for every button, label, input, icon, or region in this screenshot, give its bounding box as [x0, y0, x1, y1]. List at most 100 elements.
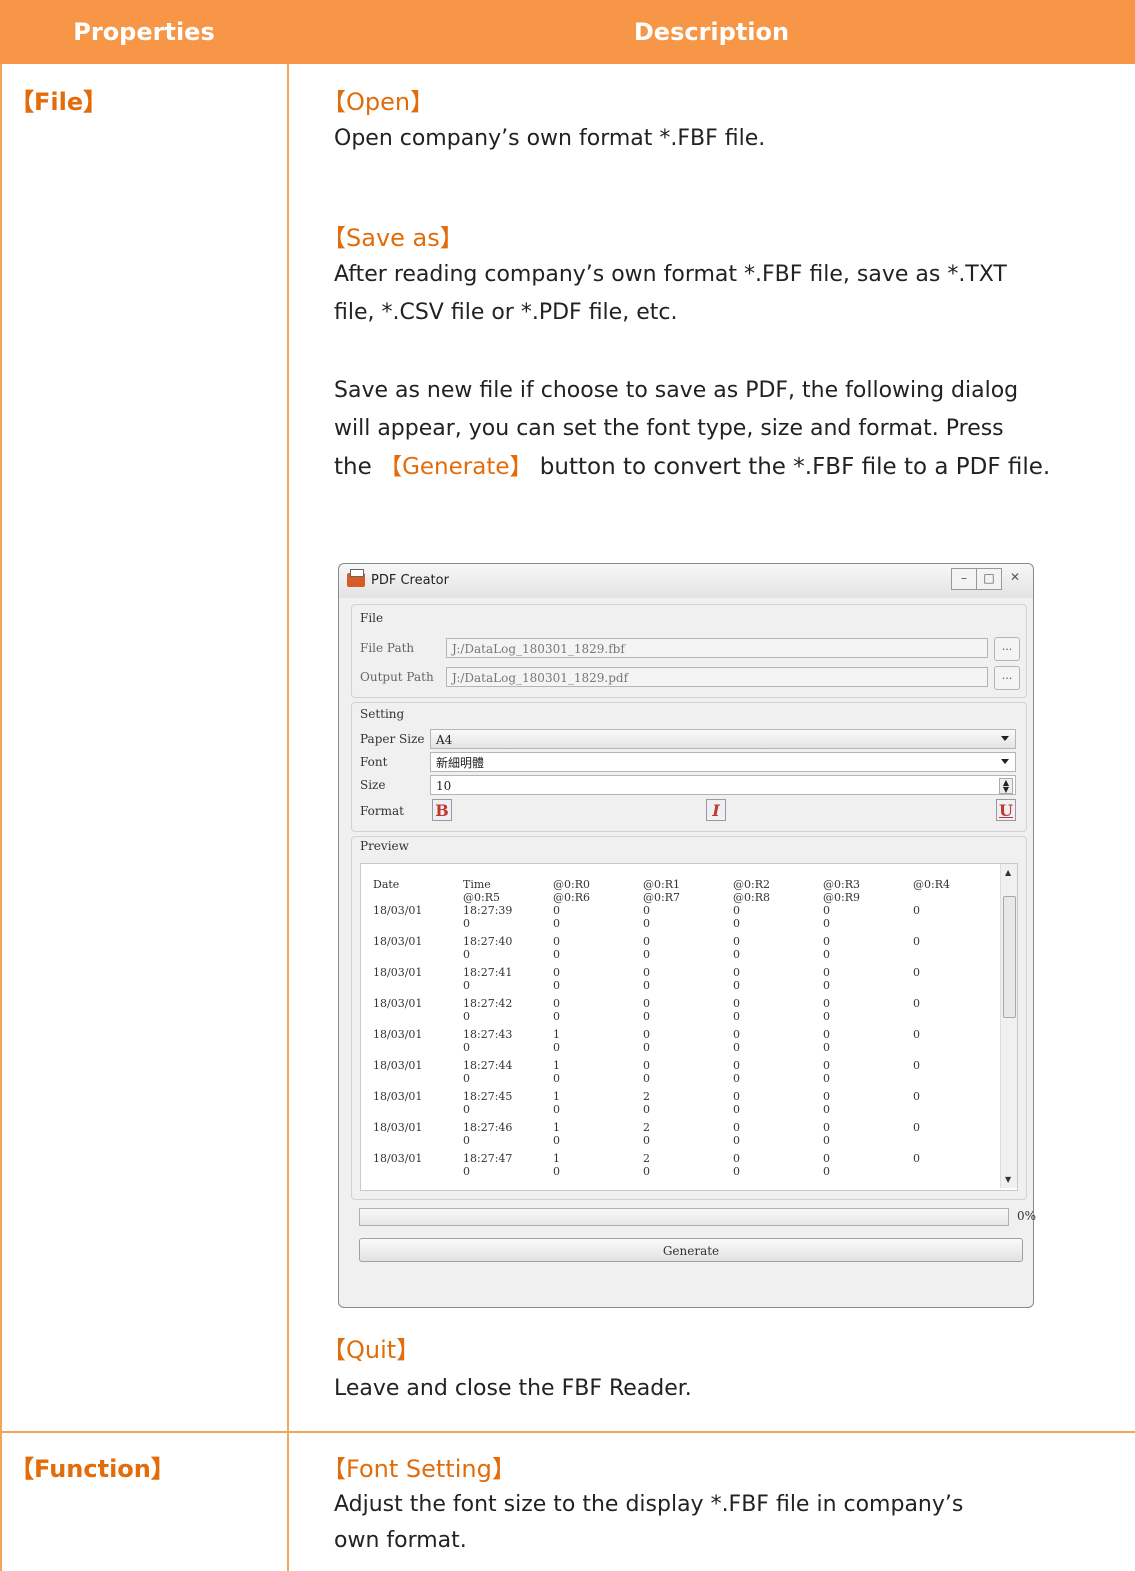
file-path-label: File Path — [360, 641, 415, 655]
preview-cell: 0 — [823, 1028, 830, 1041]
row-divider — [0, 1431, 1135, 1433]
property-file: 【File】 — [10, 88, 108, 116]
scroll-up-icon[interactable]: ▲ — [1005, 868, 1011, 877]
preview-cell: 0 — [463, 917, 470, 930]
preview-cell: 0 — [913, 997, 920, 1010]
preview-cell: 18:27:39 — [463, 904, 513, 917]
italic-button[interactable]: I — [706, 799, 726, 821]
size-value: 10 — [436, 779, 452, 793]
preview-cell: 0 — [643, 917, 650, 930]
file-path-field[interactable]: J:/DataLog_180301_1829.fbf — [446, 638, 988, 658]
preview-cell: 0 — [463, 1010, 470, 1023]
preview-cell: 0 — [553, 1134, 560, 1147]
output-path-field[interactable]: J:/DataLog_180301_1829.pdf — [446, 667, 988, 687]
preview-cell: 0 — [463, 1072, 470, 1085]
preview-cell: 0 — [823, 1072, 830, 1085]
preview-cell: 0 — [823, 935, 830, 948]
section-quit-text: Leave and close the FBF Reader. — [334, 1370, 692, 1408]
file-group-label: File — [360, 611, 384, 625]
preview-cell: 0 — [463, 979, 470, 992]
preview-cell: 0 — [553, 1010, 560, 1023]
scroll-down-icon[interactable]: ▼ — [1005, 1175, 1011, 1184]
text-line: own format. — [334, 1528, 467, 1553]
file-path-browse-button[interactable]: ... — [994, 637, 1020, 661]
text-line: file, *.CSV file or *.PDF file, etc. — [334, 300, 678, 325]
bold-button[interactable]: B — [432, 799, 452, 821]
table-header: Properties Description — [0, 0, 1135, 64]
output-path-browse-button[interactable]: ... — [994, 666, 1020, 690]
preview-cell: 18/03/01 — [373, 1121, 423, 1134]
preview-cell: 0 — [643, 1165, 650, 1178]
preview-cell: 0 — [463, 1103, 470, 1116]
paper-size-select[interactable]: A4 — [430, 729, 1016, 749]
preview-cell: 0 — [733, 1090, 740, 1103]
preview-cell: 18/03/01 — [373, 997, 423, 1010]
preview-cell: 18:27:47 — [463, 1152, 513, 1165]
preview-cell: 18/03/01 — [373, 1028, 423, 1041]
section-quit-title: 【Quit】 — [322, 1336, 421, 1364]
preview-cell: 18:27:42 — [463, 997, 513, 1010]
setting-group-label: Setting — [360, 707, 405, 721]
preview-cell: @0:R1 — [643, 878, 680, 891]
preview-cell: 0 — [823, 1103, 830, 1116]
preview-cell: 0 — [553, 1041, 560, 1054]
preview-cell: 0 — [643, 997, 650, 1010]
preview-cell: 18:27:43 — [463, 1028, 513, 1041]
text-fragment: button to convert the *.FBF file to a PD… — [539, 454, 1051, 480]
underline-button[interactable]: U — [996, 799, 1016, 821]
preview-pane[interactable]: Date Time @0:R0 @0:R1 @0:R2 @0:R3 @0:R4 @0:R5 @0… — [360, 863, 1018, 1191]
preview-cell: 0 — [643, 935, 650, 948]
preview-cell: 1 — [553, 1059, 560, 1072]
progress-percent: 0% — [1017, 1209, 1037, 1223]
preview-cell: 0 — [913, 904, 920, 917]
maximize-button[interactable]: □ — [976, 568, 1002, 590]
preview-cell: 0 — [463, 1041, 470, 1054]
table-border-left — [0, 64, 2, 1571]
preview-cell: 0 — [733, 917, 740, 930]
font-select[interactable]: 新細明體 — [430, 752, 1016, 772]
preview-group-label: Preview — [360, 839, 409, 853]
preview-cell: 0 — [643, 1072, 650, 1085]
close-button[interactable]: ✕ — [1001, 568, 1029, 588]
header-properties: Properties — [73, 18, 215, 46]
preview-cell: 0 — [913, 1090, 920, 1103]
scrollbar-thumb[interactable] — [1003, 896, 1016, 1018]
preview-cell: 18:27:46 — [463, 1121, 513, 1134]
section-saveas-title: 【Save as】 — [322, 224, 464, 252]
preview-cell: 0 — [913, 1152, 920, 1165]
preview-cell: 0 — [733, 1072, 740, 1085]
preview-cell: 0 — [643, 1028, 650, 1041]
preview-cell: 0 — [643, 1041, 650, 1054]
size-spinner[interactable]: 10 ▲ ▼ — [430, 775, 1016, 795]
preview-cell: 0 — [553, 917, 560, 930]
preview-cell: 18:27:40 — [463, 935, 513, 948]
preview-cell: 0 — [643, 966, 650, 979]
preview-cell: 0 — [553, 1103, 560, 1116]
preview-cell: 0 — [823, 966, 830, 979]
printer-icon — [347, 569, 365, 587]
preview-cell: @0:R5 — [463, 891, 500, 904]
preview-cell: @0:R3 — [823, 878, 860, 891]
preview-scrollbar[interactable]: ▲ ▼ — [1000, 864, 1017, 1188]
preview-cell: 0 — [553, 904, 560, 917]
preview-cell: 0 — [823, 1121, 830, 1134]
preview-cell: @0:R9 — [823, 891, 860, 904]
chevron-down-icon — [1001, 736, 1009, 741]
preview-cell: 0 — [733, 979, 740, 992]
preview-cell: 0 — [553, 935, 560, 948]
preview-cell: 2 — [643, 1152, 650, 1165]
minimize-button[interactable]: – — [951, 568, 977, 590]
preview-cell: 1 — [553, 1152, 560, 1165]
generate-button[interactable]: Generate — [359, 1238, 1023, 1262]
preview-cell: 0 — [733, 1103, 740, 1116]
spinner-arrows-icon[interactable]: ▲ ▼ — [999, 778, 1013, 794]
format-label: Format — [360, 804, 404, 818]
section-font-setting-text: Adjust the font size to the display *.FB… — [334, 1487, 963, 1559]
paper-size-label: Paper Size — [360, 732, 425, 746]
preview-cell: 0 — [733, 1152, 740, 1165]
preview-cell: Time — [463, 878, 491, 891]
size-label: Size — [360, 778, 386, 792]
preview-cell: 0 — [553, 1165, 560, 1178]
preview-cell: 0 — [643, 1134, 650, 1147]
preview-cell: 0 — [643, 1103, 650, 1116]
